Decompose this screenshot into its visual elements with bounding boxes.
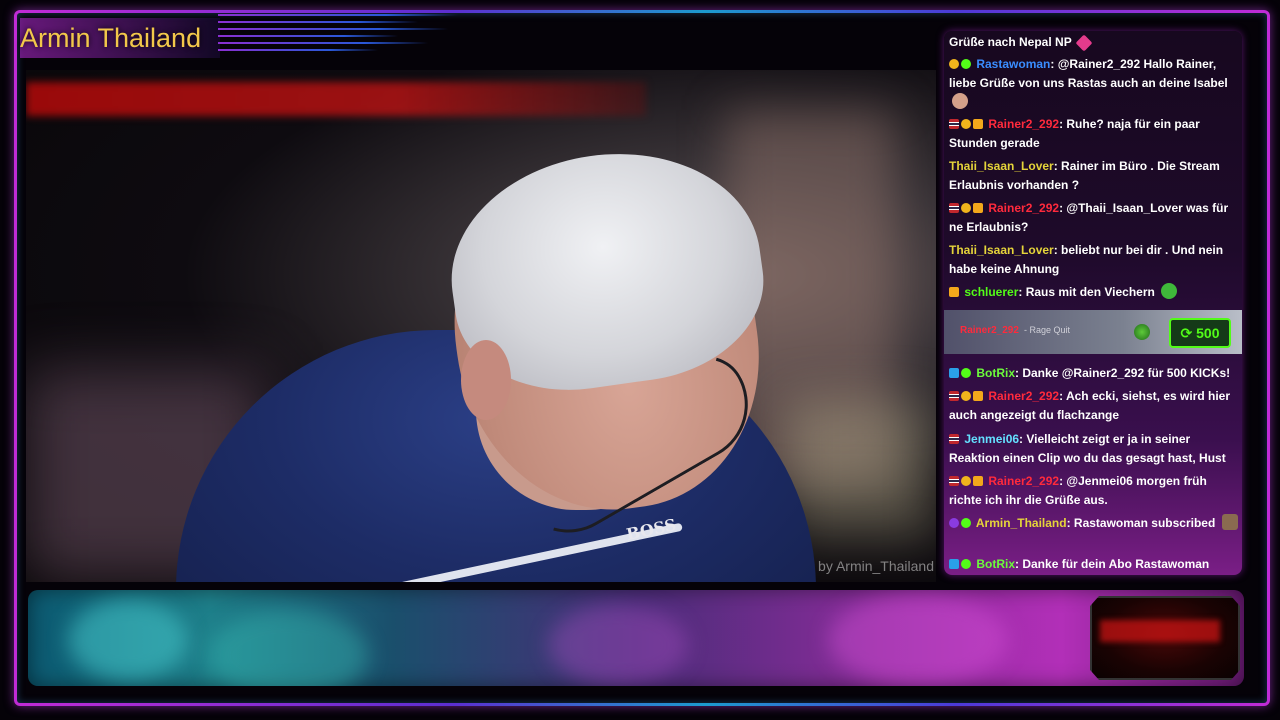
sub-badge-icon bbox=[949, 518, 959, 528]
bottom-bar bbox=[28, 590, 1244, 686]
flag-badge-icon bbox=[949, 476, 959, 486]
chat-username[interactable]: Rainer2_292 bbox=[988, 389, 1059, 403]
bokeh-light bbox=[208, 610, 368, 686]
chat-username[interactable]: Jenmei06 bbox=[964, 432, 1019, 446]
person-ear bbox=[461, 340, 511, 420]
flag-badge-icon bbox=[949, 203, 959, 213]
flag-badge-icon bbox=[949, 391, 959, 401]
bokeh-light bbox=[68, 600, 188, 680]
crown-badge-icon bbox=[949, 287, 959, 297]
gold-badge-icon bbox=[961, 119, 971, 129]
crown-badge-icon bbox=[973, 476, 983, 486]
chat-message: Rainer2_292: Ruhe? naja für ein paar Stu… bbox=[949, 115, 1239, 153]
message-text: Grüße nach Nepal NP bbox=[949, 35, 1072, 49]
chat-message: BotRix: Danke @Rainer2_292 für 500 KICKs… bbox=[949, 364, 1239, 383]
chat-message: Jenmei06: Vielleicht zeigt er ja in sein… bbox=[949, 430, 1239, 468]
chat-message: Rastawoman: @Rainer2_292 Hallo Rainer, l… bbox=[949, 55, 1239, 112]
crown-badge-icon bbox=[973, 391, 983, 401]
flag-badge-icon bbox=[949, 434, 959, 444]
chat-message: BotRix: Danke für dein Abo Rastawoman bbox=[949, 555, 1239, 574]
rage-orb-icon bbox=[1134, 324, 1150, 340]
bokeh-light bbox=[548, 605, 688, 685]
verified-badge-icon bbox=[961, 368, 971, 378]
green-emote-icon bbox=[1161, 283, 1178, 299]
heart-emote-icon bbox=[1075, 34, 1093, 52]
rage-quit-label: - Rage Quit bbox=[1024, 325, 1071, 335]
chat-username[interactable]: Rainer2_292 bbox=[988, 474, 1059, 488]
crown-badge-icon bbox=[973, 119, 983, 129]
chat-username[interactable]: Rastawoman bbox=[976, 57, 1050, 71]
chat-username[interactable]: Armin_Thailand bbox=[976, 516, 1067, 530]
stream-title: Armin Thailand bbox=[20, 18, 220, 58]
video-watermark: by Armin_Thailand bbox=[818, 558, 934, 574]
message-text: : Danke für dein Abo Rastawoman bbox=[1015, 557, 1210, 571]
avatar-emote-icon bbox=[1221, 514, 1238, 530]
title-stripes bbox=[218, 14, 468, 64]
grid-badge-icon bbox=[961, 59, 971, 69]
chat-message: Rainer2_292: @Thaii_Isaan_Lover was für … bbox=[949, 199, 1239, 237]
chat-username[interactable]: BotRix bbox=[976, 557, 1015, 571]
webcam-video: BOSS by Armin_Thailand bbox=[26, 70, 936, 582]
gold-badge-icon bbox=[961, 391, 971, 401]
face-emote-icon bbox=[952, 93, 968, 109]
message-text: : Ruhe? naja für ein paar Stunden gerade bbox=[949, 117, 1200, 150]
kick-amount-badge: ⟳ 500 bbox=[1169, 318, 1231, 348]
message-text: : Rastawoman subscribed bbox=[1066, 516, 1216, 530]
chat-message: Rainer2_292: @Jenmei06 morgen früh richt… bbox=[949, 472, 1239, 510]
bokeh-light bbox=[828, 595, 1008, 685]
chat-username[interactable]: Thaii_Isaan_Lover bbox=[949, 159, 1054, 173]
rage-quit-user[interactable]: Rainer2_292 bbox=[960, 325, 1019, 336]
gold-badge-icon bbox=[961, 203, 971, 213]
gold-badge-icon bbox=[961, 476, 971, 486]
chat-username[interactable]: Thaii_Isaan_Lover bbox=[949, 243, 1054, 257]
kick-amount: 500 bbox=[1196, 325, 1220, 341]
crown-badge-icon bbox=[973, 203, 983, 213]
camera-red-light bbox=[1100, 620, 1220, 642]
bot-badge-icon bbox=[949, 559, 959, 569]
chat-username[interactable]: BotRix bbox=[976, 366, 1015, 380]
background-blur bbox=[786, 400, 936, 540]
chat-username[interactable]: Rainer2_292 bbox=[988, 117, 1059, 131]
chat-message: Rainer2_292: Ach ecki, siehst, es wird h… bbox=[949, 387, 1239, 425]
chat-panel: Grüße nach Nepal NP Rastawoman: @Rainer2… bbox=[944, 31, 1242, 575]
chat-username[interactable]: schluerer bbox=[964, 285, 1018, 299]
chat-username[interactable]: Rainer2_292 bbox=[988, 201, 1059, 215]
rage-quit-banner: Rainer2_292 - Rage Quit ⟳ 500 bbox=[944, 310, 1242, 354]
chat-message: Thaii_Isaan_Lover: Rainer im Büro . Die … bbox=[949, 157, 1239, 195]
chat-message: Thaii_Isaan_Lover: beliebt nur bei dir .… bbox=[949, 241, 1239, 279]
chat-message: Armin_Thailand: Rastawoman subscribed bbox=[949, 514, 1239, 533]
flag-badge-icon bbox=[949, 119, 959, 129]
chat-message: Grüße nach Nepal NP bbox=[949, 33, 1239, 52]
verified-badge-icon bbox=[961, 559, 971, 569]
message-text: : Raus mit den Viechern bbox=[1018, 285, 1155, 299]
background-red-light bbox=[26, 82, 646, 116]
chat-message: schluerer: Raus mit den Viechern bbox=[949, 283, 1239, 302]
verified-badge-icon bbox=[961, 518, 971, 528]
gold-badge-icon bbox=[949, 59, 959, 69]
message-text: : Danke @Rainer2_292 für 500 KICKs! bbox=[1015, 366, 1231, 380]
bot-badge-icon bbox=[949, 368, 959, 378]
